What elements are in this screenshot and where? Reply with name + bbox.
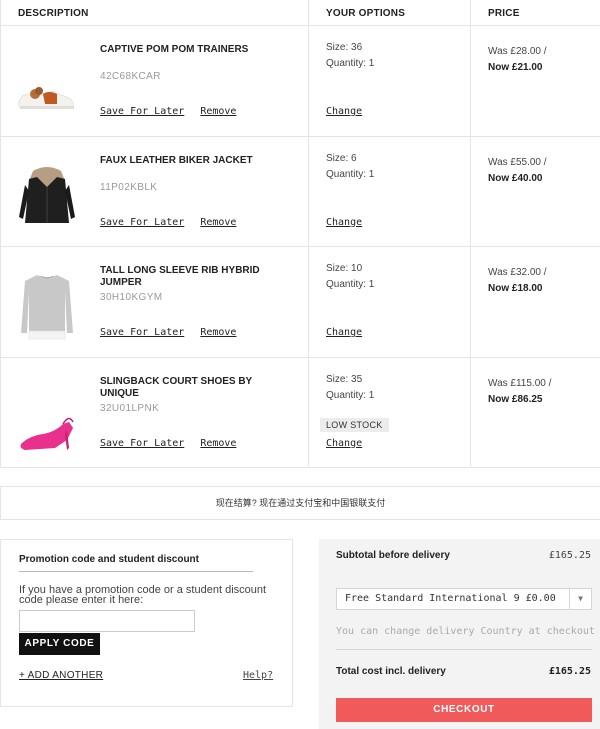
item-actions: Save For Later Remove <box>100 438 246 449</box>
add-another-link[interactable]: + ADD ANOTHER <box>19 670 103 681</box>
now-price: Now £40.00 <box>488 172 543 184</box>
jumper-image[interactable] <box>15 267 79 345</box>
order-summary: Subtotal before delivery £165.25 Free St… <box>319 539 600 729</box>
delivery-select[interactable]: Free Standard International 9 £0.00 ▼ <box>336 588 592 610</box>
promo-instructions: If you have a promotion code or a studen… <box>19 584 267 606</box>
header-price: PRICE <box>488 8 520 19</box>
item-price: Was £28.00 / Now £21.00 <box>488 44 547 76</box>
table-row: TALL LONG SLEEVE RIB HYBRID JUMPER 30H10… <box>1 247 600 358</box>
quantity-value: Quantity: 1 <box>326 58 375 69</box>
divider <box>19 571 253 572</box>
item-price: Was £115.00 / Now £86.25 <box>488 376 551 408</box>
save-for-later-link[interactable]: Save For Later <box>100 438 184 449</box>
item-actions: Save For Later Remove <box>100 106 246 117</box>
divider <box>336 649 592 650</box>
was-price: Was £32.00 / <box>488 267 547 278</box>
product-code: 32U01LPNK <box>100 402 160 414</box>
now-price: Now £18.00 <box>488 283 543 294</box>
alipay-unionpay-banner[interactable]: 现在结算? 现在通过支付宝和中国银联支付 <box>0 486 600 520</box>
quantity-value: Quantity: 1 <box>326 279 375 290</box>
delivery-note: You can change delivery Country at check… <box>336 626 595 637</box>
table-header: DESCRIPTION YOUR OPTIONS PRICE <box>1 0 600 26</box>
save-for-later-link[interactable]: Save For Later <box>100 217 184 228</box>
product-code: 42C68KCAR <box>100 71 161 82</box>
jacket-image[interactable] <box>15 157 79 235</box>
size-value: Size: 35 <box>326 373 363 385</box>
remove-link[interactable]: Remove <box>200 438 236 449</box>
was-price: Was £55.00 / <box>488 156 547 168</box>
product-name[interactable]: SLINGBACK COURT SHOES BY UNIQUE <box>100 376 260 400</box>
court-shoe-image[interactable] <box>15 378 79 456</box>
product-code: 30H10KGYM <box>100 292 163 303</box>
remove-link[interactable]: Remove <box>200 106 236 117</box>
help-link[interactable]: Help? <box>243 670 273 681</box>
table-row: SLINGBACK COURT SHOES BY UNIQUE 32U01LPN… <box>1 358 600 468</box>
item-price: Was £55.00 / Now £40.00 <box>488 155 547 187</box>
promo-title: Promotion code and student discount <box>19 554 199 565</box>
remove-link[interactable]: Remove <box>200 217 236 228</box>
item-price: Was £32.00 / Now £18.00 <box>488 265 547 297</box>
change-link[interactable]: Change <box>326 327 362 338</box>
bag-table: DESCRIPTION YOUR OPTIONS PRICE CAPTIVE P… <box>0 0 600 468</box>
save-for-later-link[interactable]: Save For Later <box>100 327 184 338</box>
promo-panel: Promotion code and student discount If y… <box>0 539 293 707</box>
size-value: Size: 10 <box>326 263 363 274</box>
change-link[interactable]: Change <box>326 438 362 449</box>
delivery-option: Free Standard International 9 £0.00 <box>345 593 556 604</box>
item-actions: Save For Later Remove <box>100 217 246 228</box>
was-price: Was £28.00 / <box>488 46 547 57</box>
size-value: Size: 36 <box>326 42 363 53</box>
total-value: £165.25 <box>548 666 591 677</box>
product-name[interactable]: CAPTIVE POM POM TRAINERS <box>100 44 260 56</box>
trainers-image[interactable] <box>15 46 79 124</box>
low-stock-badge: LOW STOCK <box>320 417 389 432</box>
change-link[interactable]: Change <box>326 106 362 117</box>
product-name[interactable]: FAUX LEATHER BIKER JACKET <box>100 155 260 167</box>
item-options: Size: 35 Quantity: 1 <box>326 372 374 404</box>
save-for-later-link[interactable]: Save For Later <box>100 106 184 117</box>
remove-link[interactable]: Remove <box>200 327 236 338</box>
was-price: Was £115.00 / <box>488 377 552 389</box>
item-options: Size: 36 Quantity: 1 <box>326 40 374 72</box>
change-link[interactable]: Change <box>326 217 362 228</box>
size-value: Size: 6 <box>326 152 357 164</box>
header-description: DESCRIPTION <box>18 8 89 19</box>
product-code: 11P02KBLK <box>100 181 158 193</box>
promo-code-input[interactable] <box>19 610 195 632</box>
total-label: Total cost incl. delivery <box>336 666 446 677</box>
subtotal-label: Subtotal before delivery <box>336 550 450 561</box>
chevron-down-icon[interactable]: ▼ <box>569 589 591 609</box>
product-name[interactable]: TALL LONG SLEEVE RIB HYBRID JUMPER <box>100 265 260 289</box>
item-options: Size: 6 Quantity: 1 <box>326 151 374 183</box>
quantity-value: Quantity: 1 <box>326 389 375 401</box>
table-row: FAUX LEATHER BIKER JACKET 11P02KBLK Save… <box>1 137 600 247</box>
now-price: Now £86.25 <box>488 393 543 405</box>
subtotal-value: £165.25 <box>548 550 591 561</box>
table-row: CAPTIVE POM POM TRAINERS 42C68KCAR Save … <box>1 26 600 137</box>
checkout-button[interactable]: CHECKOUT <box>336 698 592 722</box>
quantity-value: Quantity: 1 <box>326 168 375 180</box>
header-options: YOUR OPTIONS <box>326 8 406 19</box>
apply-code-button[interactable]: APPLY CODE <box>19 633 100 655</box>
item-actions: Save For Later Remove <box>100 327 246 338</box>
now-price: Now £21.00 <box>488 62 543 73</box>
item-options: Size: 10 Quantity: 1 <box>326 261 374 293</box>
